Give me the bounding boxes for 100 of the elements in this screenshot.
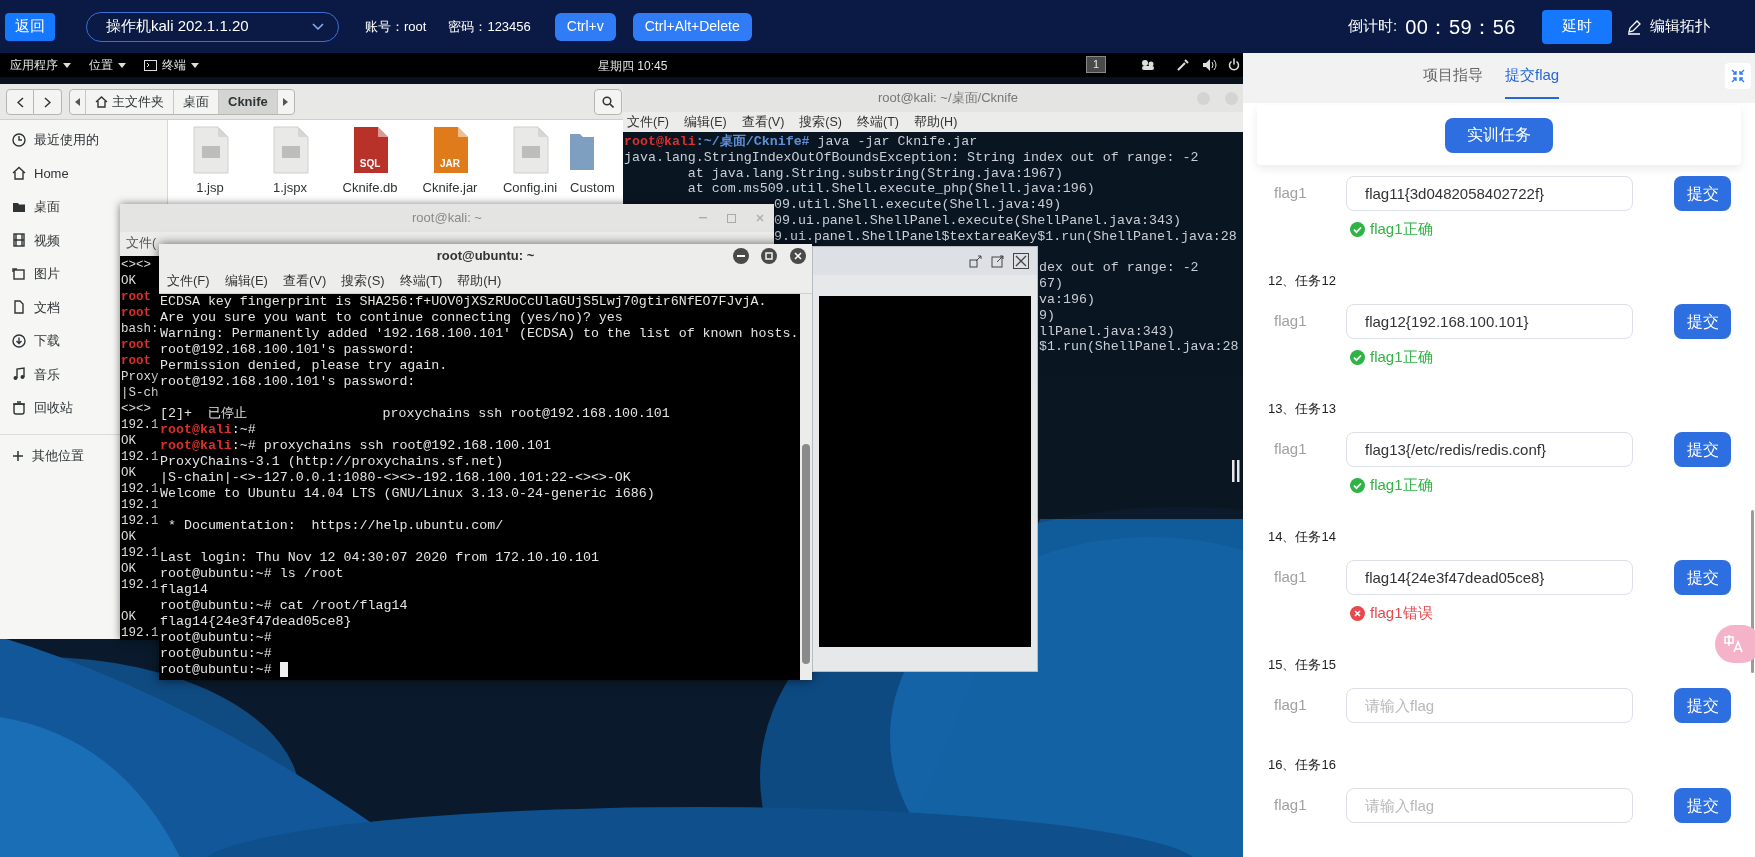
key-button[interactable]: Ctrl+Alt+Delete (632, 12, 752, 41)
sidebar-item[interactable]: 图片 (12, 257, 62, 291)
terminal-line: OK (121, 609, 136, 625)
sidebar-item[interactable]: 文档 (12, 290, 62, 324)
submit-button[interactable]: 提交 (1674, 432, 1731, 467)
tab[interactable]: 项目指导 (1423, 53, 1483, 99)
terminal-line: root@kali:~# proxychains ssh root@192.168.100.101 (160, 438, 551, 454)
task-heading: 15、任务15 (1267, 656, 1337, 674)
submit-button[interactable]: 提交 (1674, 560, 1731, 595)
sidebar-item[interactable]: 下载 (12, 324, 62, 358)
sidebar-item[interactable]: 回收站 (12, 391, 75, 425)
terminal-line: ECDSA key fingerprint is SHA256:f+UOV0jXSzRUoCcUlaGUjS5Lwj70gtir6NfEO7FJvjA. (160, 294, 767, 310)
file-name[interactable]: Config.ini (502, 178, 558, 198)
terminal-line: Proxy (121, 369, 159, 385)
menu-item[interactable]: 查看(V) (741, 112, 785, 132)
sidebar-item[interactable]: 其他位置 (12, 443, 86, 468)
wrench-icon[interactable] (1176, 58, 1190, 72)
menu-item[interactable]: 编辑(E) (683, 112, 727, 132)
flag-input[interactable]: 请输入flag (1346, 788, 1633, 823)
terminal-line: [2]+ 已停止 proxychains ssh root@192.168.100.101 (160, 406, 670, 422)
forward-button[interactable] (34, 89, 62, 115)
chevron-right-icon (44, 96, 51, 108)
sidebar-item[interactable]: 桌面 (12, 190, 62, 224)
terminal-icon (144, 59, 157, 71)
path-segment[interactable]: Cknife (219, 90, 278, 114)
close-button[interactable] (790, 248, 806, 264)
top-menu[interactable]: 位置 (89, 56, 126, 74)
menu-item[interactable]: 文件(F) (167, 270, 210, 291)
flag-input[interactable]: flag13{/etc/redis/redis.conf} (1346, 432, 1633, 467)
scrollbar-thumb[interactable] (802, 444, 810, 664)
key-button[interactable]: Ctrl+v (554, 12, 616, 41)
terminal-line: 9) (1039, 307, 1055, 324)
flag-input[interactable]: flag12{192.168.100.101} (1346, 304, 1633, 339)
back-button[interactable] (6, 89, 34, 115)
terminal-line: 09.util.Shell.execute(Shell.java:49) (774, 197, 1062, 214)
terminal-line: OK (121, 273, 136, 289)
terminal-line: |S-chain|-<>-127.0.0.1:1080-<><>-192.168.100.101:22-<><>-OK (160, 470, 631, 486)
menu-item[interactable]: 终端(T) (399, 270, 443, 291)
collapse-button[interactable] (1725, 63, 1751, 89)
menu-item[interactable]: 帮助(H) (913, 112, 958, 132)
terminal-line: Are you sure you want to continue connecting (yes/no)? yes (160, 310, 623, 326)
close-icon[interactable] (1013, 253, 1029, 269)
menu-item[interactable]: 查看(V) (282, 270, 327, 291)
extend-button[interactable]: 延时 (1542, 9, 1612, 44)
terminal-line: bash: (121, 321, 159, 337)
terminal-line: root (121, 337, 151, 353)
minimize-button[interactable] (733, 248, 749, 264)
sidebar-item[interactable]: 最近使用的 (12, 123, 101, 157)
power-icon[interactable] (1228, 58, 1240, 71)
music-icon (12, 367, 26, 382)
terminal-line: ProxyChains-3.1 (http://proxychains.sf.net) (160, 454, 504, 470)
terminal-line: 192.1 (121, 497, 159, 513)
sidebar-item[interactable]: 视频 (12, 223, 62, 257)
menu-item[interactable]: 编辑(E) (224, 270, 268, 291)
sidebar-item[interactable]: 音乐 (12, 357, 62, 391)
menu-item[interactable]: 搜索(S) (341, 270, 385, 291)
file-name[interactable]: Cknife.db (342, 178, 398, 198)
caret-icon (191, 62, 199, 68)
terminal-line: <><> (121, 257, 151, 273)
flag-input[interactable]: flag11{3d0482058402722f} (1346, 176, 1633, 211)
back-button[interactable]: 返回 (5, 12, 55, 41)
search-button[interactable] (594, 89, 622, 115)
terminal-line: 9.ui.panel.ShellPanel$textareaKey$1.run(ShellPanel.java:28 (774, 228, 1237, 245)
submit-button[interactable]: 提交 (1674, 176, 1731, 211)
flag-input[interactable]: 请输入flag (1346, 688, 1633, 723)
sidebar-item[interactable]: Home (12, 156, 71, 190)
file-name[interactable]: 1.jspx (273, 178, 307, 198)
file-name[interactable]: 1.jsp (196, 178, 224, 198)
download-icon (12, 333, 26, 348)
terminal-line: flag14 (160, 582, 208, 598)
menu-item[interactable]: 终端(T) (857, 112, 899, 132)
terminal-line: Permission denied, please try again. (160, 358, 448, 374)
expand-icon[interactable] (991, 254, 1005, 268)
double-bar-icon[interactable] (1232, 460, 1240, 482)
edit-topology-link[interactable]: 编辑拓扑 (1650, 15, 1710, 38)
menu-item[interactable]: 帮助(H) (457, 270, 502, 291)
volume-icon[interactable] (1202, 58, 1218, 72)
submit-button[interactable]: 提交 (1674, 788, 1731, 823)
menu-item[interactable]: 文件( (126, 234, 157, 253)
top-menu[interactable]: 应用程序 (10, 56, 71, 74)
tab[interactable]: 提交flag (1505, 53, 1560, 99)
task-button[interactable]: 实训任务 (1445, 117, 1553, 153)
flag-input[interactable]: flag14{24e3f47dead05ce8} (1346, 560, 1633, 595)
path-segment[interactable]: 主文件夹 (86, 90, 174, 114)
terminal-line: root@kali:~# (160, 422, 256, 438)
file-name[interactable]: Custom (570, 178, 615, 198)
pencil-icon[interactable] (1626, 18, 1642, 35)
workspace-indicator[interactable]: 1 (1086, 56, 1106, 73)
restore-icon[interactable] (969, 254, 983, 268)
terminal-line: root (121, 289, 151, 305)
top-menu[interactable]: 终端 (144, 56, 199, 74)
file-name[interactable]: Cknife.jar (422, 178, 478, 198)
terminal-line: 192.1 (121, 513, 159, 529)
people-icon[interactable] (1140, 59, 1156, 71)
menu-item[interactable]: 文件(F) (627, 112, 669, 132)
menu-item[interactable]: 搜索(S) (799, 112, 842, 132)
submit-button[interactable]: 提交 (1674, 304, 1731, 339)
maximize-button[interactable] (761, 248, 777, 264)
submit-button[interactable]: 提交 (1674, 688, 1731, 723)
home-icon (12, 166, 26, 181)
